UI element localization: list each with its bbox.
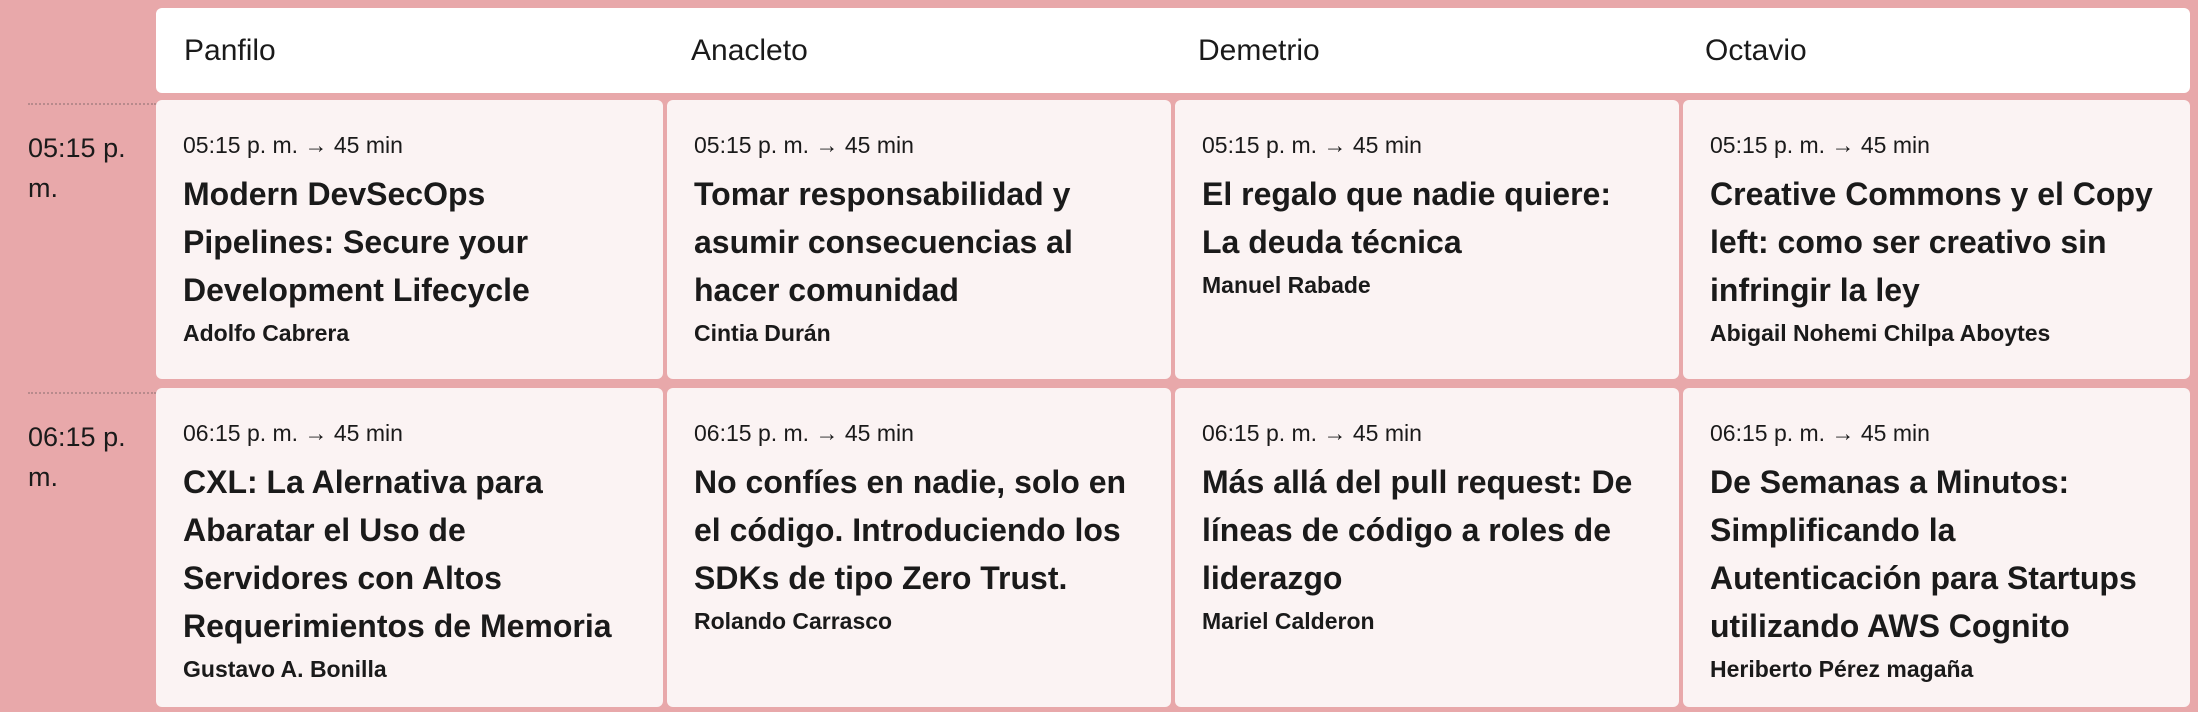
- session-card[interactable]: 06:15 p. m. → 45 min Más allá del pull r…: [1175, 388, 1679, 707]
- session-card[interactable]: 06:15 p. m. → 45 min De Semanas a Minuto…: [1683, 388, 2190, 707]
- session-card[interactable]: 06:15 p. m. → 45 min CXL: La Alernativa …: [156, 388, 663, 707]
- time-slot-label: 05:15 p. m.: [28, 133, 126, 203]
- session-title: Tomar responsabilidad y asumir consecuen…: [694, 176, 1073, 308]
- room-header-demetrio: Demetrio: [1198, 33, 1320, 67]
- room-header-row: Panfilo Anacleto Demetrio Octavio: [156, 8, 2190, 93]
- session-speaker: Adolfo Cabrera: [183, 320, 350, 346]
- room-header-panfilo: Panfilo: [184, 33, 276, 67]
- session-title: El regalo que nadie quiere: La deuda téc…: [1202, 176, 1611, 260]
- session-title: CXL: La Alernativa para Abaratar el Uso …: [183, 464, 612, 644]
- session-title: No confíes en nadie, solo en el código. …: [694, 464, 1127, 596]
- session-time-duration: 06:15 p. m. → 45 min: [183, 420, 403, 446]
- session-time-duration: 05:15 p. m. → 45 min: [1710, 132, 1930, 158]
- session-speaker: Abigail Nohemi Chilpa Aboytes: [1710, 320, 2051, 346]
- row-divider: [28, 103, 156, 105]
- session-time-duration: 05:15 p. m. → 45 min: [694, 132, 914, 158]
- session-speaker: Mariel Calderon: [1202, 608, 1375, 634]
- room-header-octavio: Octavio: [1705, 33, 1807, 67]
- session-card[interactable]: 05:15 p. m. → 45 min El regalo que nadie…: [1175, 100, 1679, 379]
- session-card[interactable]: 06:15 p. m. → 45 min No confíes en nadie…: [667, 388, 1171, 707]
- session-time-duration: 05:15 p. m. → 45 min: [1202, 132, 1422, 158]
- session-time-duration: 05:15 p. m. → 45 min: [183, 132, 403, 158]
- session-speaker: Cintia Durán: [694, 320, 831, 346]
- session-time-duration: 06:15 p. m. → 45 min: [1202, 420, 1422, 446]
- session-card[interactable]: 05:15 p. m. → 45 min Tomar responsabilid…: [667, 100, 1171, 379]
- session-title: Modern DevSecOps Pipelines: Secure your …: [183, 176, 530, 308]
- session-time-duration: 06:15 p. m. → 45 min: [1710, 420, 1930, 446]
- time-slot-label: 06:15 p. m.: [28, 422, 126, 492]
- session-speaker: Gustavo A. Bonilla: [183, 656, 387, 682]
- session-title: De Semanas a Minutos: Simplificando la A…: [1710, 464, 2137, 644]
- session-time-duration: 06:15 p. m. → 45 min: [694, 420, 914, 446]
- session-speaker: Heriberto Pérez magaña: [1710, 656, 1974, 682]
- session-speaker: Rolando Carrasco: [694, 608, 893, 634]
- session-speaker: Manuel Rabade: [1202, 272, 1371, 298]
- schedule-grid: Panfilo Anacleto Demetrio Octavio 05:15 …: [0, 0, 2198, 712]
- session-title: Más allá del pull request: De líneas de …: [1202, 464, 1633, 596]
- room-header-anacleto: Anacleto: [691, 33, 808, 67]
- session-card[interactable]: 05:15 p. m. → 45 min Modern DevSecOps Pi…: [156, 100, 663, 379]
- session-title: Creative Commons y el Copy left: como se…: [1710, 176, 2153, 308]
- row-divider: [28, 392, 156, 394]
- session-card[interactable]: 05:15 p. m. → 45 min Creative Commons y …: [1683, 100, 2190, 379]
